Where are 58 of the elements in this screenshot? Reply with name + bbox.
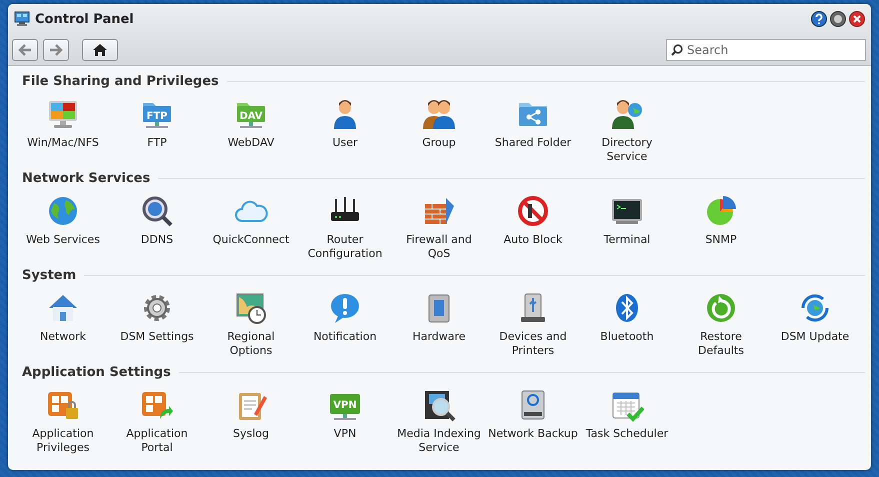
arrow-left-icon — [18, 44, 32, 56]
control-panel-item[interactable]: Web Services — [16, 192, 110, 249]
control-panel-item[interactable]: Auto Block — [486, 192, 580, 249]
control-panel-item[interactable]: Task Scheduler — [580, 386, 674, 443]
user-globe-icon — [610, 97, 644, 131]
search-field[interactable]: Search — [666, 38, 866, 60]
control-panel-item[interactable]: Application Portal — [110, 386, 204, 457]
app-icon — [14, 11, 30, 27]
control-panel-item[interactable]: Bluetooth — [580, 289, 674, 346]
users-icon — [422, 97, 456, 131]
blocked-icon — [516, 194, 550, 228]
control-panel-item[interactable]: Regional Options — [204, 289, 298, 360]
film-magnifier-icon — [422, 388, 456, 422]
back-button[interactable] — [12, 38, 38, 60]
control-panel-item[interactable]: VPN VPN — [298, 386, 392, 443]
arrow-right-icon — [49, 44, 63, 56]
control-panel-item[interactable]: Hardware — [392, 289, 486, 346]
minimize-icon[interactable] — [830, 11, 846, 27]
home-icon — [92, 42, 108, 56]
control-panel-item[interactable]: Shared Folder — [486, 95, 580, 152]
control-panel-item[interactable]: Syslog — [204, 386, 298, 443]
control-panel-item[interactable]: DAV WebDAV — [204, 95, 298, 152]
section-heading: System — [22, 268, 76, 282]
section-heading: File Sharing and Privileges — [22, 74, 219, 88]
control-panel-item[interactable]: SNMP — [674, 192, 768, 249]
control-panel-item[interactable]: DSM Settings — [110, 289, 204, 346]
control-panel-item[interactable]: Directory Service — [580, 95, 674, 166]
control-panel-item[interactable]: Application Privileges — [16, 386, 110, 457]
control-panel-item[interactable]: QuickConnect — [204, 192, 298, 249]
control-panel-item[interactable]: Media Indexing Service — [392, 386, 486, 457]
control-panel-item[interactable]: Network Backup — [486, 386, 580, 443]
globe-icon — [46, 194, 80, 228]
home-button[interactable] — [82, 38, 118, 60]
control-panel-item[interactable]: Network — [16, 289, 110, 346]
control-panel-item[interactable]: Terminal — [580, 192, 674, 249]
control-panel-item[interactable]: Win/Mac/NFS — [16, 95, 110, 152]
control-panel-item[interactable]: Notification — [298, 289, 392, 346]
forward-button[interactable] — [43, 38, 69, 60]
help-icon[interactable] — [811, 11, 827, 27]
control-panel-item[interactable]: Restore Defaults — [674, 289, 768, 360]
exclamation-bubble-icon — [328, 291, 362, 325]
control-panel-item[interactable]: Firewall and QoS — [392, 192, 486, 263]
magnifier-icon — [140, 194, 174, 228]
control-panel-item[interactable]: User — [298, 95, 392, 152]
control-panel-item[interactable]: DDNS — [110, 192, 204, 249]
close-icon[interactable] — [849, 11, 865, 27]
section-heading: Application Settings — [22, 364, 171, 380]
map-clock-icon — [234, 291, 268, 325]
control-panel-item[interactable]: Group — [392, 95, 486, 152]
search-icon — [671, 44, 683, 56]
pie-chart-icon — [704, 194, 738, 228]
control-panel-item[interactable]: DSM Update — [768, 289, 862, 346]
control-panel-item[interactable]: Router Configuration — [298, 192, 392, 263]
section-heading: Network Services — [22, 170, 150, 186]
window-title: Control Panel — [35, 12, 135, 26]
restart-icon — [704, 291, 738, 325]
control-panel-item[interactable]: FTP FTP — [110, 95, 204, 152]
control-panel-item[interactable]: Devices and Printers — [486, 289, 580, 360]
